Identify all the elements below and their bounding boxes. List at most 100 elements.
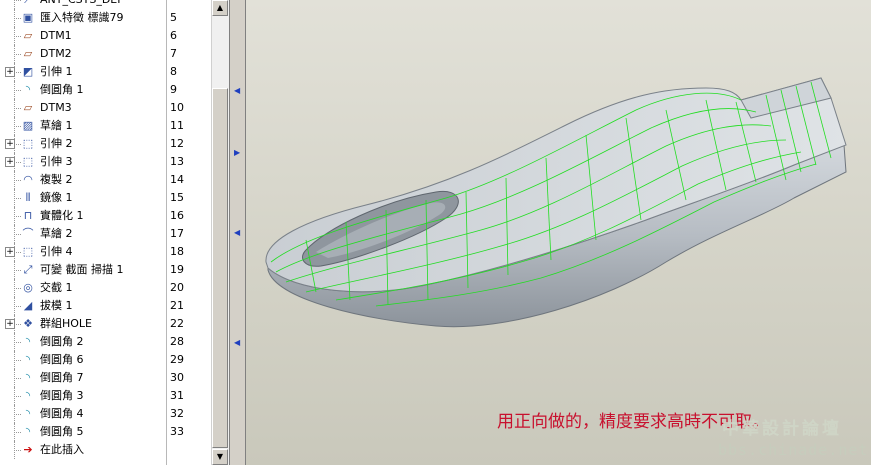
tree-item[interactable]: ◝ 倒圓角 2 — [0, 333, 166, 351]
tree-item[interactable]: ⌒ 草繪 2 — [0, 225, 166, 243]
tree-item-label: 在此插入 — [40, 443, 84, 456]
tree-item-label: 交截 1 — [40, 281, 73, 294]
extrude-icon: ◩ — [22, 65, 34, 78]
tree-item-label: 匯入特徵 標識79 — [40, 11, 124, 24]
scroll-up-button[interactable]: ▲ — [212, 0, 228, 16]
tree-connector-line — [14, 72, 21, 73]
tree-item[interactable]: ➔ 在此插入 — [0, 441, 166, 459]
tree-item[interactable]: ◝ 倒圓角 5 — [0, 423, 166, 441]
tree-item[interactable]: ◎ 交截 1 — [0, 279, 166, 297]
tree-connector-line — [14, 216, 21, 217]
datum-plane-icon: ▱ — [23, 29, 33, 42]
expand-toggle-icon[interactable]: + — [5, 247, 15, 257]
import-feature-icon: ▣ — [22, 11, 34, 24]
feature-number: 8 — [170, 65, 177, 78]
feature-number: 30 — [170, 371, 184, 384]
expand-toggle-icon[interactable]: + — [5, 157, 15, 167]
expand-toggle-icon[interactable]: + — [5, 67, 15, 77]
tree-item[interactable]: ▨ 草繪 1 — [0, 117, 166, 135]
variable-section-sweep-icon: ⤢ — [23, 263, 33, 276]
tree-item[interactable]: + ⬚ 引伸 4 — [0, 243, 166, 261]
scroll-thumb[interactable] — [212, 88, 228, 448]
tree-item-label: DTM1 — [40, 29, 72, 42]
tree-item[interactable]: ◝ 倒圓角 7 — [0, 369, 166, 387]
feature-number: 14 — [170, 173, 184, 186]
tree-item[interactable]: ◢ 拔模 1 — [0, 297, 166, 315]
feature-number: 11 — [170, 119, 184, 132]
tree-item[interactable]: ⊓ 實體化 1 — [0, 207, 166, 225]
feature-number: 12 — [170, 137, 184, 150]
tree-item-label: 複製 2 — [40, 173, 73, 186]
tree-item-label: 倒圓角 6 — [40, 353, 84, 366]
tree-connector-line — [14, 0, 21, 1]
tree-item[interactable]: ⤢ 可變 截面 掃描 1 — [0, 261, 166, 279]
tree-connector-line — [14, 180, 21, 181]
extrude-icon: ⬚ — [22, 137, 34, 150]
tree-connector-line — [14, 234, 21, 235]
graphics-viewport[interactable]: 用正向做的，精度要求高時不可取。 中華設計論壇 bbs.chinade.net — [246, 0, 871, 465]
tree-item-label: 倒圓角 1 — [40, 83, 84, 96]
feature-number: 18 — [170, 245, 184, 258]
feature-number: 13 — [170, 155, 184, 168]
tree-item[interactable]: + ❖ 群組HOLE — [0, 315, 166, 333]
tree-connector-line — [14, 414, 21, 415]
feature-number: 20 — [170, 281, 184, 294]
tree-connector-line — [14, 450, 21, 451]
tree-connector-line — [14, 288, 21, 289]
tree-vertical-scrollbar[interactable]: ▲ ▼ — [211, 0, 229, 465]
tree-connector-line — [14, 270, 21, 271]
tree-connector-line — [14, 378, 21, 379]
sketch-icon: ▨ — [22, 119, 34, 132]
tree-item[interactable]: ◠ 複製 2 — [0, 171, 166, 189]
tree-item[interactable]: ▱ DTM2 — [0, 45, 166, 63]
tree-item-label: 引伸 4 — [40, 245, 73, 258]
tree-item[interactable]: ◝ 倒圓角 4 — [0, 405, 166, 423]
round-icon: ◝ — [25, 389, 31, 402]
expand-right-icon[interactable]: ▶ — [234, 148, 240, 157]
tree-item[interactable]: ◝ 倒圓角 1 — [0, 81, 166, 99]
tree-item-label: 群組HOLE — [40, 317, 93, 330]
round-icon: ◝ — [25, 425, 31, 438]
tree-connector-line — [14, 396, 21, 397]
feature-number: 32 — [170, 407, 184, 420]
collapse-left-icon[interactable]: ◀ — [234, 86, 240, 95]
feature-number: 31 — [170, 389, 184, 402]
collapse-left-icon[interactable]: ◀ — [234, 338, 240, 347]
tree-item[interactable]: ⫴ 鏡像 1 — [0, 189, 166, 207]
tree-item[interactable]: ◝ 倒圓角 6 — [0, 351, 166, 369]
tree-item[interactable]: ▱ DTM1 — [0, 27, 166, 45]
tree-item-label: ANT_CSYS_DEF — [40, 0, 124, 7]
tree-item[interactable]: ▱ DTM3 — [0, 99, 166, 117]
feature-number: 22 — [170, 317, 184, 330]
tree-item[interactable]: ▣ 匯入特徵 標識79 — [0, 9, 166, 27]
datum-plane-icon: ▱ — [23, 47, 33, 60]
feature-number: 17 — [170, 227, 184, 240]
tree-item[interactable]: ⟋ ANT_CSYS_DEF — [0, 0, 166, 9]
tree-connector-line — [14, 108, 21, 109]
panel-splitter[interactable]: ◀ ▶ ◀ ◀ — [229, 0, 246, 465]
insert-here-arrow-icon: ➔ — [23, 443, 33, 456]
tree-item[interactable]: + ⬚ 引伸 2 — [0, 135, 166, 153]
datum-plane-icon: ▱ — [23, 101, 33, 114]
tree-item-label: 可變 截面 掃描 1 — [40, 263, 124, 276]
tree-item-label: 倒圓角 7 — [40, 371, 84, 384]
tree-item[interactable]: + ⬚ 引伸 3 — [0, 153, 166, 171]
scroll-down-button[interactable]: ▼ — [212, 449, 228, 465]
tree-item[interactable]: + ◩ 引伸 1 — [0, 63, 166, 81]
feature-number: 16 — [170, 209, 184, 222]
tree-connector-line — [14, 198, 21, 199]
solidify-icon: ⊓ — [23, 209, 33, 222]
mirror-icon: ⫴ — [25, 191, 31, 204]
expand-toggle-icon[interactable]: + — [5, 139, 15, 149]
extrude-icon: ⬚ — [22, 245, 34, 258]
tree-item[interactable]: ◝ 倒圓角 3 — [0, 387, 166, 405]
tree-connector-line — [14, 252, 21, 253]
expand-toggle-icon[interactable]: + — [5, 319, 15, 329]
feature-number: 19 — [170, 263, 184, 276]
feature-number: 33 — [170, 425, 184, 438]
tree-connector-line — [14, 162, 21, 163]
tree-connector-line — [14, 54, 21, 55]
collapse-left-icon[interactable]: ◀ — [234, 228, 240, 237]
round-icon: ◝ — [25, 371, 31, 384]
round-icon: ◝ — [25, 353, 31, 366]
